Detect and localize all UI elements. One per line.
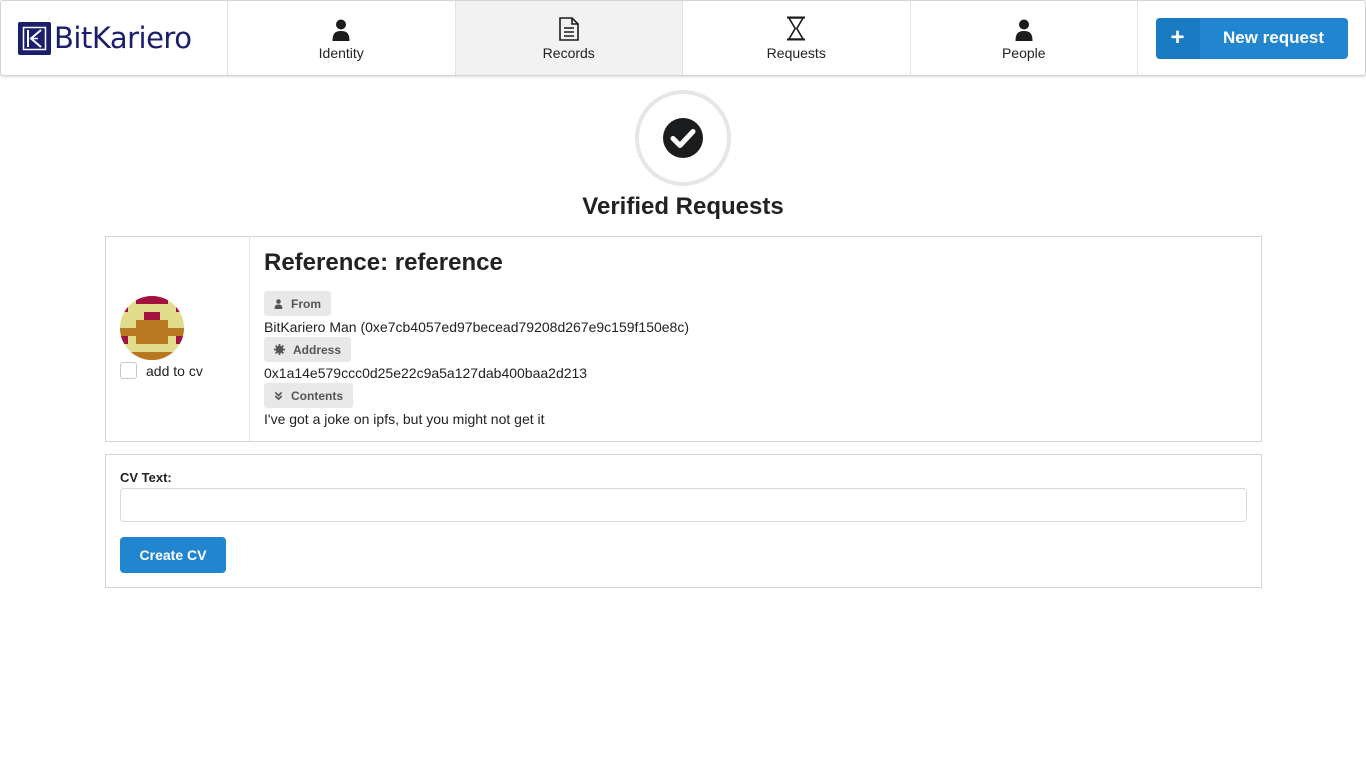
contents-label: Contents: [291, 388, 343, 403]
cv-text-input[interactable]: [120, 488, 1247, 522]
hourglass-icon: [786, 15, 806, 41]
address-tag: Address: [264, 337, 352, 362]
address-label: Address: [293, 342, 342, 357]
double-chevron-down-icon: [274, 391, 283, 400]
add-to-cv-field: add to cv: [120, 362, 249, 379]
brand-name: BitKariero: [54, 21, 192, 55]
contents-tag: Contents: [264, 383, 353, 408]
cv-text-label: CV Text:: [120, 470, 172, 485]
add-to-cv-checkbox[interactable]: [120, 362, 137, 379]
request-details: Reference: reference From BitKariero Man…: [250, 237, 1261, 441]
user-icon: [274, 298, 283, 309]
document-icon: [558, 15, 579, 41]
nav-item-identity[interactable]: Identity: [228, 1, 456, 75]
user-icon: [332, 15, 350, 41]
plus-icon: +: [1155, 17, 1200, 59]
request-title: Reference: reference: [264, 249, 503, 276]
nav-item-records[interactable]: Records: [455, 1, 683, 75]
create-cv-button[interactable]: Create CV: [120, 537, 226, 573]
logo-mark-icon: [18, 21, 51, 55]
avatar: [120, 296, 184, 360]
from-value: BitKariero Man (0xe7cb4057ed97becead7920…: [264, 319, 689, 335]
cv-form: CV Text: Create CV: [105, 454, 1262, 588]
request-card: add to cv Reference: reference From BitK…: [105, 236, 1262, 442]
nav-label-people: People: [1001, 45, 1046, 61]
nav-label-records: Records: [542, 45, 595, 61]
brand-logo[interactable]: BitKariero: [1, 1, 228, 75]
nav-action-area: + New request: [1138, 1, 1365, 75]
from-tag: From: [264, 291, 331, 316]
check-circle-icon: [635, 90, 731, 186]
page-title: Verified Requests: [582, 193, 784, 220]
address-value: 0x1a14e579ccc0d25e22c9a5a127dab400baa2d2…: [264, 365, 588, 381]
request-card-sidebar: add to cv: [106, 237, 250, 441]
new-request-label: New request: [1222, 28, 1325, 47]
add-to-cv-label: add to cv: [146, 362, 203, 379]
nav-item-requests[interactable]: Requests: [683, 1, 911, 75]
gear-icon: [274, 344, 285, 355]
nav-label-requests: Requests: [766, 45, 826, 61]
user-icon: [1015, 15, 1033, 41]
top-navigation: BitKariero Identity Records Requests Peo…: [0, 0, 1366, 76]
new-request-button[interactable]: + New request: [1155, 17, 1348, 59]
nav-item-people[interactable]: People: [911, 1, 1138, 75]
nav-label-identity: Identity: [318, 45, 364, 61]
from-label: From: [291, 296, 321, 311]
contents-value: I've got a joke on ipfs, but you might n…: [264, 411, 545, 427]
